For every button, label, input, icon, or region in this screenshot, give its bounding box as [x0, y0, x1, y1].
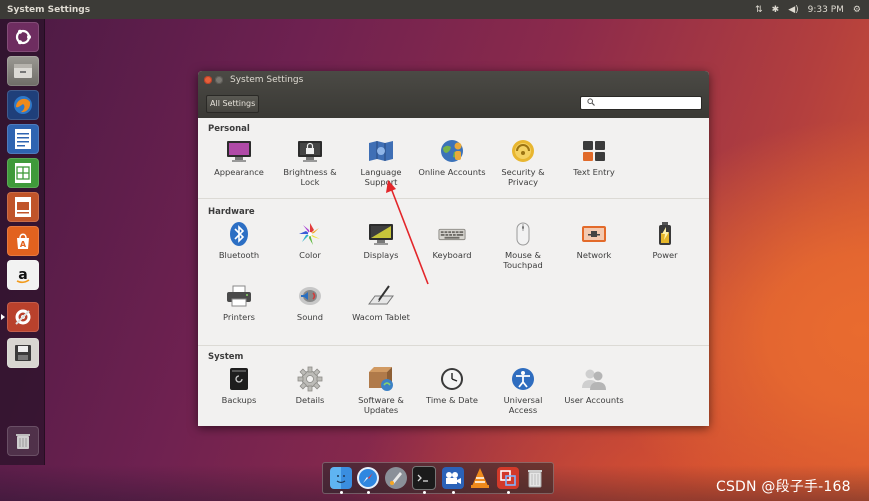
bluetooth-icon[interactable]: ✱ [772, 5, 780, 15]
backups-icon [225, 366, 253, 392]
color-item[interactable]: Color [276, 221, 344, 260]
bluetooth-item[interactable]: Bluetooth [205, 221, 273, 260]
mouse-touchpad-item[interactable]: Mouse & Touchpad [489, 221, 557, 270]
text-entry-item[interactable]: Text Entry [560, 138, 628, 177]
language-support-icon [367, 138, 395, 164]
time-date-item[interactable]: Time & Date [418, 366, 486, 405]
terminal-icon[interactable] [412, 466, 437, 494]
watermark: CSDN @段子手-168 [716, 479, 851, 495]
network-item[interactable]: Network [560, 221, 628, 260]
section-title-system: System [208, 352, 244, 362]
gear-icon[interactable]: ⚙ [853, 5, 861, 15]
printer-icon [225, 283, 253, 309]
ubuntu-dash-icon[interactable] [7, 22, 39, 52]
video-camera-icon[interactable] [441, 467, 464, 494]
finder-icon[interactable] [329, 467, 352, 494]
wacom-tablet-item[interactable]: Wacom Tablet [347, 283, 415, 322]
keyboard-icon [438, 221, 466, 247]
top-panel: System Settings ⇅ ✱ ◀) 9:33 PM ⚙ [0, 0, 869, 19]
section-title-personal: Personal [208, 124, 250, 134]
save-disk-icon[interactable] [7, 338, 39, 368]
clock-icon [438, 366, 466, 392]
printers-item[interactable]: Printers [205, 283, 273, 322]
active-app-title: System Settings [7, 4, 91, 15]
power-icon [651, 221, 679, 247]
appearance-item[interactable]: Appearance [205, 138, 273, 177]
launcher: A a [0, 19, 45, 465]
brightness-lock-icon [296, 138, 324, 164]
system-settings-icon[interactable] [7, 302, 39, 332]
search-icon [587, 98, 595, 108]
search-input[interactable] [580, 96, 702, 110]
all-settings-button[interactable]: All Settings [206, 95, 260, 113]
bluetooth-icon [225, 221, 253, 247]
trash-icon[interactable] [524, 467, 546, 489]
language-support-item[interactable]: Language Support [347, 138, 415, 187]
launchpad-icon[interactable] [384, 467, 407, 489]
network-icon [580, 221, 608, 247]
files-icon[interactable] [7, 56, 39, 86]
text-entry-icon [580, 138, 608, 164]
universal-access-icon [509, 366, 537, 392]
wacom-tablet-icon [367, 283, 395, 309]
user-accounts-item[interactable]: User Accounts [560, 366, 628, 405]
trash-icon[interactable] [7, 426, 39, 456]
security-privacy-icon [509, 138, 537, 164]
writer-icon[interactable] [7, 124, 39, 154]
sound-item[interactable]: Sound [276, 283, 344, 322]
safari-icon[interactable] [357, 467, 380, 494]
section-divider [198, 198, 709, 199]
dock [322, 462, 554, 494]
mouse-icon [509, 221, 537, 247]
displays-item[interactable]: Displays [347, 221, 415, 260]
volume-icon[interactable]: ◀) [788, 5, 798, 15]
section-title-hardware: Hardware [208, 207, 255, 217]
section-divider [198, 345, 709, 346]
impress-icon[interactable] [7, 192, 39, 222]
power-item[interactable]: Power [631, 221, 699, 260]
brightness-lock-item[interactable]: Brightness & Lock [276, 138, 344, 187]
network-icon[interactable]: ⇅ [755, 5, 763, 15]
software-center-icon[interactable]: A [7, 226, 39, 256]
displays-icon [367, 221, 395, 247]
settings-grid: Personal Appearance Brightness & Lock La… [198, 118, 709, 426]
system-settings-window: System Settings All Settings Personal Ap… [198, 71, 709, 426]
window-titlebar[interactable]: System Settings All Settings [198, 71, 709, 118]
indicator-area: ⇅ ✱ ◀) 9:33 PM ⚙ [755, 5, 869, 15]
clock-text[interactable]: 9:33 PM [808, 5, 844, 15]
software-updates-icon [367, 366, 395, 392]
close-button[interactable] [204, 76, 212, 84]
parallels-icon[interactable] [496, 467, 519, 494]
window-title: System Settings [230, 75, 304, 85]
details-gear-icon [296, 366, 324, 392]
security-privacy-item[interactable]: Security & Privacy [489, 138, 557, 187]
online-accounts-icon [438, 138, 466, 164]
desktop: System Settings ⇅ ✱ ◀) 9:33 PM ⚙ A a Sys… [0, 0, 869, 501]
details-item[interactable]: Details [276, 366, 344, 405]
appearance-icon [225, 138, 253, 164]
color-icon [296, 221, 324, 247]
online-accounts-item[interactable]: Online Accounts [418, 138, 486, 177]
universal-access-item[interactable]: Universal Access [489, 366, 557, 415]
amazon-icon[interactable]: a [7, 260, 39, 290]
software-updates-item[interactable]: Software & Updates [347, 366, 415, 415]
svg-text:A: A [20, 240, 27, 249]
firefox-icon[interactable] [7, 90, 39, 120]
vlc-icon[interactable] [469, 467, 491, 489]
user-accounts-icon [580, 366, 608, 392]
backups-item[interactable]: Backups [205, 366, 273, 405]
minimize-button[interactable] [215, 76, 223, 84]
launcher-active-indicator [1, 314, 5, 320]
sound-icon [296, 283, 324, 309]
keyboard-item[interactable]: Keyboard [418, 221, 486, 260]
calc-icon[interactable] [7, 158, 39, 188]
